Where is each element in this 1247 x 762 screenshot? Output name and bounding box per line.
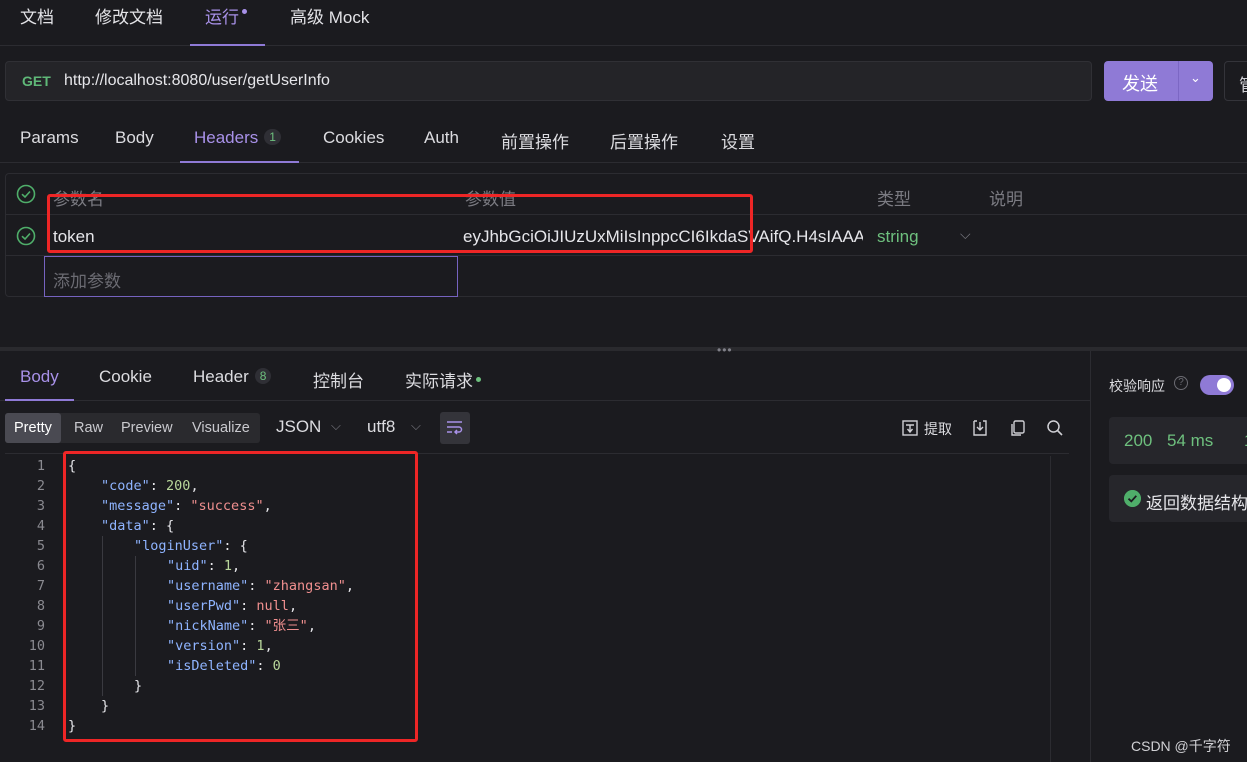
column-header-type: 类型 — [877, 190, 911, 209]
tab-run[interactable]: 运行 — [190, 0, 265, 46]
line-number: 7 — [36, 578, 45, 594]
header-type-select[interactable]: string — [877, 227, 919, 247]
status-code: 200 — [1124, 431, 1153, 450]
save-download-icon[interactable] — [971, 419, 989, 437]
encoding-select[interactable]: utf8 — [367, 417, 395, 437]
tab-auth[interactable]: Auth — [424, 128, 459, 163]
pane-divider[interactable] — [0, 347, 1247, 351]
tab-post-request[interactable]: 后置操作 — [610, 128, 678, 163]
tab-edit-docs[interactable]: 修改文档 — [95, 0, 163, 46]
tab-actual-request[interactable]: 实际请求 — [405, 367, 481, 401]
send-button[interactable]: 发送 ⌄ — [1104, 61, 1213, 101]
headers-count-badge: 1 — [264, 129, 281, 145]
tab-console[interactable]: 控制台 — [313, 367, 364, 401]
extract-icon[interactable] — [901, 419, 919, 437]
response-time: 54 ms — [1167, 431, 1214, 450]
line-number: 2 — [36, 478, 45, 494]
url-input[interactable]: http://localhost:8080/user/getUserInfo — [64, 72, 330, 90]
request-tab-bar: Params Body Headers 1 Cookies Auth 前置操作 后… — [0, 114, 1247, 163]
tab-response-header[interactable]: Header 8 — [193, 367, 272, 401]
toggle-knob — [1217, 378, 1231, 392]
line-number: 6 — [36, 558, 45, 574]
chevron-down-icon[interactable]: ⌄ — [1190, 70, 1201, 86]
url-bar[interactable]: GET http://localhost:8080/user/getUserIn… — [5, 61, 1092, 101]
tab-body[interactable]: Body — [115, 128, 154, 163]
tab-params[interactable]: Params — [20, 128, 79, 163]
line-number: 12 — [28, 678, 45, 694]
copy-icon[interactable] — [1009, 419, 1027, 437]
line-number: 5 — [36, 538, 45, 554]
line-number: 3 — [36, 498, 45, 514]
mode-pretty[interactable]: Pretty — [5, 413, 61, 443]
tab-docs[interactable]: 文档 — [20, 0, 54, 46]
send-label: 发送 — [1122, 74, 1158, 94]
editor-scrollbar[interactable] — [1050, 456, 1068, 762]
line-number: 8 — [36, 598, 45, 614]
verify-response-label: 校验响应 — [1109, 378, 1165, 394]
verify-response-toggle[interactable] — [1200, 375, 1234, 395]
send-divider — [1178, 61, 1179, 101]
response-stats: 200 54 ms 14 — [1109, 417, 1247, 464]
line-number: 10 — [28, 638, 45, 654]
search-icon[interactable] — [1046, 419, 1064, 437]
line-number: 1 — [36, 458, 45, 474]
top-tab-bar: 文档 修改文档 运行 高级 Mock — [0, 0, 1247, 46]
mode-preview[interactable]: Preview — [121, 413, 173, 443]
line-number: 14 — [28, 718, 45, 734]
highlight-box — [47, 194, 753, 253]
tab-advanced-mock[interactable]: 高级 Mock — [290, 0, 369, 46]
tab-cookies[interactable]: Cookies — [323, 128, 384, 163]
wrap-icon — [447, 421, 463, 435]
line-number: 11 — [28, 658, 45, 674]
tab-response-body[interactable]: Body — [5, 367, 74, 401]
check-all-icon[interactable] — [16, 184, 36, 204]
line-number: 13 — [28, 698, 45, 714]
watermark: CSDN @千字符 — [1131, 738, 1231, 754]
mode-raw[interactable]: Raw — [74, 413, 103, 443]
mode-visualize[interactable]: Visualize — [192, 413, 250, 443]
status-dot — [476, 377, 481, 382]
format-mode-group: Pretty Raw Preview Visualize — [5, 413, 260, 443]
chevron-down-icon[interactable]: ⌵ — [960, 226, 971, 243]
highlight-box — [63, 451, 418, 742]
chevron-down-icon[interactable]: ⌵ — [331, 418, 341, 434]
tab-headers[interactable]: Headers 1 — [180, 128, 299, 163]
http-method[interactable]: GET — [22, 73, 51, 89]
language-select[interactable]: JSON — [276, 417, 321, 437]
column-header-description: 说明 — [989, 190, 1023, 209]
manage-button[interactable]: 管 — [1224, 61, 1247, 101]
help-icon[interactable]: ? — [1174, 376, 1188, 390]
tab-settings[interactable]: 设置 — [721, 128, 755, 163]
verify-result-card[interactable]: 返回数据结构 — [1109, 475, 1247, 522]
tab-response-cookie[interactable]: Cookie — [99, 367, 152, 401]
chevron-down-icon[interactable]: ⌵ — [411, 418, 421, 434]
wrap-lines-button[interactable] — [440, 412, 470, 444]
response-side-panel — [1090, 351, 1247, 762]
tab-pre-request[interactable]: 前置操作 — [501, 128, 569, 163]
row-check-icon[interactable] — [16, 226, 36, 246]
extract-button[interactable]: 提取 — [924, 419, 952, 439]
response-tab-bar: Body Cookie Header 8 控制台 实际请求 — [0, 355, 1090, 401]
line-number: 9 — [36, 618, 45, 634]
verify-result-text: 返回数据结构 — [1146, 494, 1247, 513]
add-param-input[interactable]: 添加参数 — [44, 256, 458, 297]
unsaved-dot — [242, 9, 247, 14]
check-circle-icon — [1124, 490, 1141, 507]
response-header-count-badge: 8 — [254, 368, 272, 384]
line-number: 4 — [36, 518, 45, 534]
